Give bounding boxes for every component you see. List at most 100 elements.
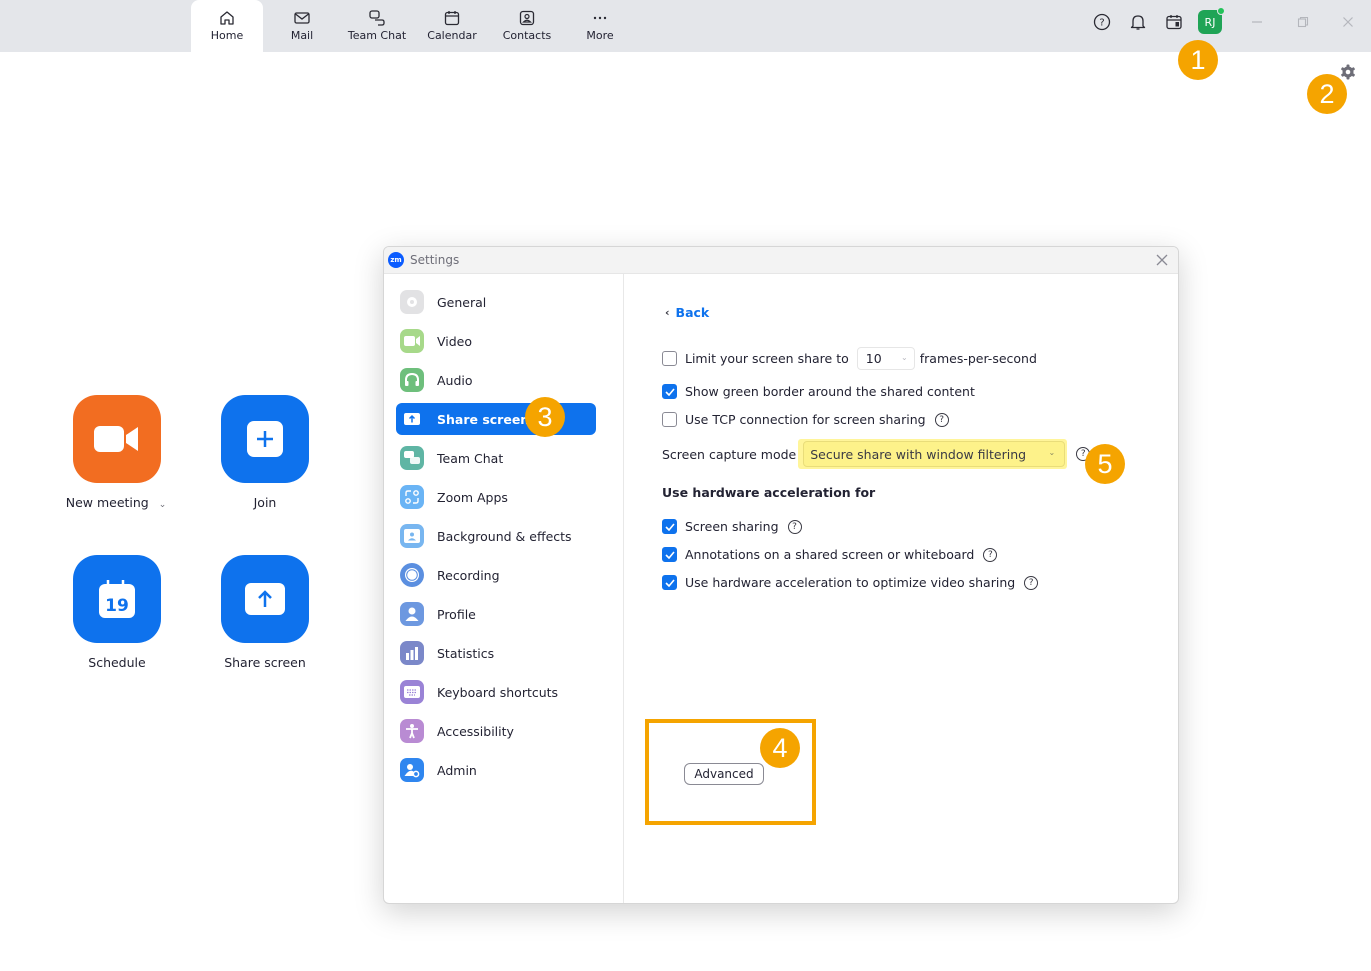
sidebar-item-profile[interactable]: Profile (396, 598, 596, 630)
join-button[interactable] (221, 395, 309, 483)
calendar-icon: 19 (99, 580, 135, 618)
gear-icon (400, 290, 424, 314)
help-icon[interactable]: ? (934, 412, 949, 427)
capture-mode-value: Secure share with window filtering (810, 446, 1027, 462)
tab-mail[interactable]: Mail (266, 0, 338, 52)
calendar-icon (444, 11, 460, 26)
green-border-checkbox[interactable] (662, 384, 677, 399)
keyboard-icon (400, 680, 424, 704)
background-icon (400, 524, 424, 548)
restore-button[interactable] (1293, 12, 1313, 32)
settings-gear-button[interactable] (1339, 63, 1357, 81)
sidebar-item-zoom-apps[interactable]: Zoom Apps (396, 481, 596, 513)
sidebar-item-label: General (437, 294, 487, 310)
help-icon[interactable]: ? (787, 519, 802, 534)
sidebar-item-keyboard-shortcuts[interactable]: Keyboard shortcuts (396, 676, 596, 708)
tab-calendar[interactable]: Calendar (416, 0, 488, 52)
help-icon[interactable]: ? (983, 547, 998, 562)
video-icon (400, 329, 424, 353)
svg-text:?: ? (1099, 18, 1104, 29)
sidebar-item-statistics[interactable]: Statistics (396, 637, 596, 669)
sidebar-item-label: Background & effects (437, 528, 572, 544)
annotation-badge-3: 3 (525, 397, 565, 437)
tab-team-chat[interactable]: Team Chat (341, 0, 413, 52)
tcp-label: Use TCP connection for screen sharing (685, 412, 926, 427)
whiteboard-button[interactable] (1163, 11, 1185, 33)
sidebar-item-admin[interactable]: Admin (396, 754, 596, 786)
hw-video-checkbox[interactable] (662, 575, 677, 590)
avatar[interactable]: RJ (1198, 7, 1225, 34)
mail-icon (294, 12, 310, 24)
online-status-dot (1217, 7, 1225, 15)
share-screen-label: Share screen (224, 655, 306, 670)
limit-fps-checkbox[interactable] (662, 351, 677, 366)
join-label: Join (253, 495, 277, 510)
sidebar-item-label: Keyboard shortcuts (437, 684, 559, 700)
tab-label: Team Chat (347, 29, 407, 42)
checkmark-icon (664, 387, 675, 396)
checkmark-icon (664, 578, 675, 587)
sidebar-item-team-chat[interactable]: Team Chat (396, 442, 596, 474)
checkmark-icon (664, 522, 675, 531)
fps-select[interactable]: 10 ⌄ (856, 347, 915, 370)
notifications-button[interactable] (1127, 11, 1149, 33)
advanced-button[interactable]: Advanced (684, 763, 764, 785)
tcp-row: Use TCP connection for screen sharing ? (662, 412, 949, 427)
share-screen-button[interactable] (221, 555, 309, 643)
annotation-badge-2: 2 (1307, 74, 1347, 114)
settings-dialog: zm Settings General Video Audio Share sc… (383, 246, 1179, 904)
annotation-badge-5: 5 (1085, 444, 1125, 484)
sidebar-item-background-effects[interactable]: Background & effects (396, 520, 596, 552)
sidebar-item-label: Accessibility (437, 723, 514, 739)
sidebar-item-recording[interactable]: Recording (396, 559, 596, 591)
hw-screen-sharing-checkbox[interactable] (662, 519, 677, 534)
sidebar-item-label: Audio (437, 372, 473, 388)
green-border-label: Show green border around the shared cont… (685, 384, 975, 399)
contacts-icon (519, 10, 535, 26)
accessibility-icon (400, 719, 424, 743)
admin-icon (400, 758, 424, 782)
minimize-button[interactable] (1247, 12, 1267, 32)
sidebar-item-audio[interactable]: Audio (396, 364, 596, 396)
help-button[interactable]: ? (1091, 11, 1113, 33)
tab-contacts[interactable]: Contacts (491, 0, 563, 52)
sidebar-item-label: Admin (437, 762, 477, 778)
new-meeting-button[interactable] (73, 395, 161, 483)
sidebar-item-accessibility[interactable]: Accessibility (396, 715, 596, 747)
plus-icon (247, 421, 283, 457)
sidebar-item-video[interactable]: Video (396, 325, 596, 357)
capture-mode-select[interactable]: Secure share with window filtering ⌄ (803, 441, 1066, 467)
chevron-down-icon[interactable]: ⌄ (159, 500, 167, 510)
settings-close-button[interactable] (1154, 252, 1170, 268)
settings-titlebar: zm Settings (384, 247, 1178, 274)
sidebar-item-label: Team Chat (437, 450, 504, 466)
sidebar-item-label: Recording (437, 567, 500, 583)
share-screen-settings-panel: ‹ Back Limit your screen share to 10 ⌄ f… (625, 274, 1178, 903)
help-icon: ? (1093, 13, 1111, 31)
capture-mode-label: Screen capture mode (662, 446, 797, 462)
sidebar-item-general[interactable]: General (396, 286, 596, 318)
new-meeting-label[interactable]: New meeting ⌄ (46, 495, 186, 510)
help-icon[interactable]: ? (1024, 575, 1039, 590)
schedule-button[interactable]: 19 (73, 555, 161, 643)
tab-label: More (586, 29, 614, 42)
limit-fps-label: Limit your screen share to (685, 351, 849, 366)
annotation-badge-1: 1 (1178, 40, 1218, 80)
chevron-down-icon: ⌄ (1048, 448, 1056, 457)
tab-home[interactable]: Home (191, 0, 263, 52)
sidebar-item-label: Share screen (437, 411, 530, 427)
profile-icon (400, 602, 424, 626)
tcp-checkbox[interactable] (662, 412, 677, 427)
sidebar-item-share-screen[interactable]: Share screen (396, 403, 596, 435)
home-icon (220, 11, 234, 25)
hw-screen-sharing-label: Screen sharing (685, 519, 779, 534)
back-link[interactable]: ‹ Back (665, 305, 709, 320)
settings-sidebar: General Video Audio Share screen Team Ch… (384, 274, 624, 903)
hw-annotations-row: Annotations on a shared screen or whiteb… (662, 547, 998, 562)
tab-more[interactable]: More (564, 0, 636, 52)
tab-label: Contacts (502, 29, 552, 42)
close-window-button[interactable] (1338, 12, 1358, 32)
capture-mode-row: Screen capture mode Secure share with wi… (662, 439, 1091, 469)
chat-icon (369, 10, 385, 26)
hw-annotations-checkbox[interactable] (662, 547, 677, 562)
